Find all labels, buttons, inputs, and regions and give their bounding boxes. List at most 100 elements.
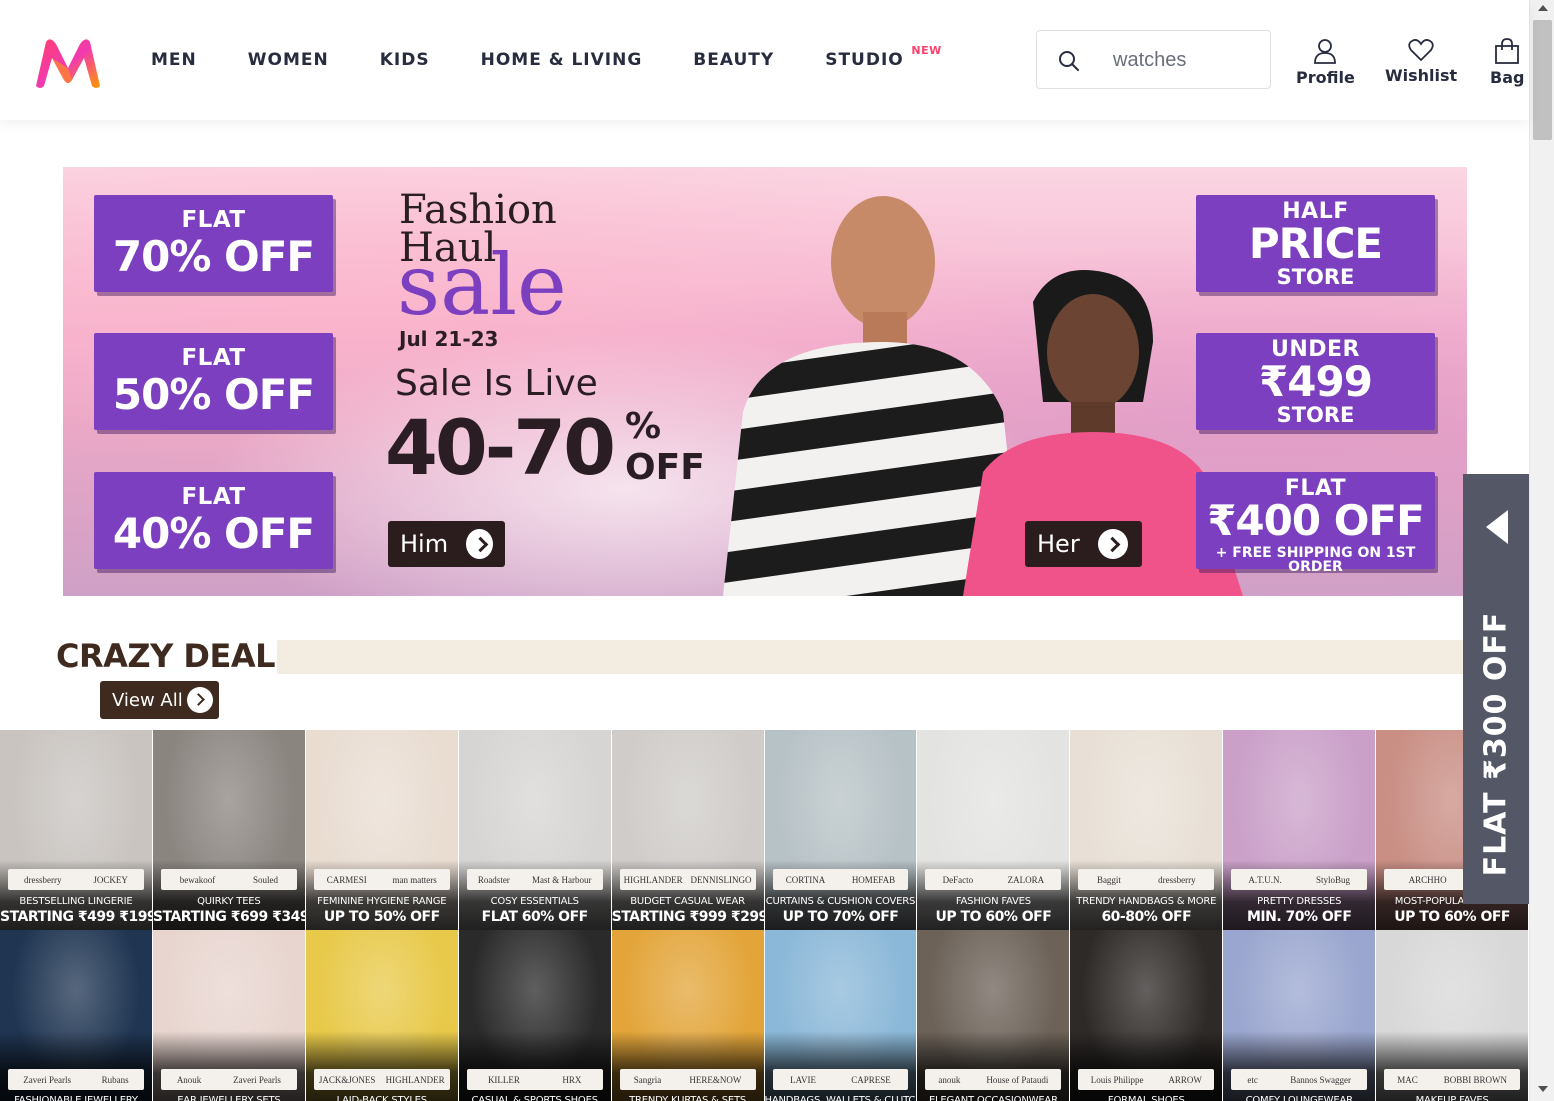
brand-logo: dressberry <box>1158 874 1196 885</box>
brand-logos-strip: HIGHLANDER DENNISLINGO <box>619 869 756 890</box>
brand-logo: Anouk <box>176 1074 202 1085</box>
chevron-right-icon <box>1097 529 1128 559</box>
profile-icon <box>1314 39 1337 64</box>
nav-men[interactable]: MEN <box>151 50 197 70</box>
brand-logo: anouk <box>938 1074 961 1085</box>
myntra-home-page: MEN WOMEN KIDS HOME & LIVING BEAUTY STUD… <box>0 0 1554 1101</box>
search-box[interactable] <box>1036 30 1271 89</box>
promo-under-499-store[interactable]: UNDER ₹499 STORE <box>1196 333 1435 430</box>
promo-small: FLAT <box>181 484 246 510</box>
her-label: Her <box>1037 530 1080 558</box>
shop-her-button[interactable]: Her <box>1025 521 1142 567</box>
search-input[interactable] <box>1113 45 1263 75</box>
deal-category: TRENDY KURTAS & SETS <box>629 1095 747 1101</box>
promo-big: ₹499 <box>1259 357 1373 406</box>
banner-discount: 40-70 <box>385 403 616 492</box>
nav-women[interactable]: WOMEN <box>248 50 329 70</box>
deal-tile[interactable]: A.T.U.N. StyloBug PRETTY DRESSES MIN. 70% O… <box>1223 730 1377 930</box>
promo-big: 70% OFF <box>112 232 315 281</box>
deal-tile[interactable]: Zaveri Pearls Rubans FASHIONABLE JEWELLERY <box>0 930 153 1101</box>
heart-icon <box>1408 39 1434 62</box>
deal-tile[interactable]: dressberry JOCKEY BESTSELLING LINGERIE STAR… <box>0 730 153 930</box>
brand-logo: A.T.U.N. <box>1248 874 1282 885</box>
brand-logo: Rubans <box>101 1074 129 1085</box>
promo-flat-40[interactable]: FLAT 40% OFF <box>94 472 333 569</box>
promo-half-price-store[interactable]: HALF PRICE STORE <box>1196 195 1435 292</box>
brand-logos-strip: CORTINA HOMEFAB <box>772 869 909 890</box>
deal-tile[interactable]: Baggit dressberry TRENDY HANDBAGS & MORE 60… <box>1070 730 1224 930</box>
bag-button[interactable]: Bag <box>1490 38 1524 87</box>
collapse-arrow-icon[interactable] <box>1486 510 1508 544</box>
deal-category: HANDBAGS, WALLETS & CLUTCHES <box>764 1095 917 1101</box>
brand-logos-strip: Roadster Mast & Harbour <box>466 869 603 890</box>
deal-tile-shade <box>1070 1031 1223 1101</box>
brand-logo: ARROW <box>1168 1074 1202 1085</box>
deal-tile[interactable]: LAVIE CAPRESE HANDBAGS, WALLETS & CLUTCHES <box>764 930 918 1101</box>
deal-category: ELEGANT OCCASIONWEAR <box>928 1095 1058 1101</box>
nav-home-living[interactable]: HOME & LIVING <box>481 50 643 70</box>
brand-logo: Sangria <box>633 1074 662 1085</box>
nav-beauty[interactable]: BEAUTY <box>693 50 774 70</box>
deal-offer: UP TO 50% OFF <box>323 909 440 925</box>
promo-flat-50[interactable]: FLAT 50% OFF <box>94 333 333 430</box>
deal-tile[interactable]: CORTINA HOMEFAB CURTAINS & CUSHION COVERS U… <box>764 730 918 930</box>
deal-tile[interactable]: anouk House of Pataudi ELEGANT OCCASIONWEA… <box>917 930 1071 1101</box>
brand-logos-strip: LAVIE CAPRESE <box>772 1069 909 1090</box>
nav-kids[interactable]: KIDS <box>380 50 430 70</box>
deal-tile[interactable]: JACK&JONES HIGHLANDER LAID-BACK STYLES <box>305 930 459 1101</box>
shop-him-button[interactable]: Him <box>388 521 505 567</box>
deal-tile-shade <box>764 1031 917 1101</box>
deal-tile[interactable]: Sangria HERE&NOW TRENDY KURTAS & SETS <box>611 930 765 1101</box>
brand-logo: HIGHLANDER <box>385 1074 445 1085</box>
deal-tile[interactable]: Roadster Mast & Harbour COSY ESSENTIALS FLA… <box>458 730 612 930</box>
promo-small: FLAT <box>181 345 246 371</box>
deal-category: TRENDY HANDBAGS & MORE <box>1076 896 1217 907</box>
brand-logo: KILLER <box>487 1074 520 1085</box>
him-label: Him <box>400 530 449 558</box>
promo-big: 40% OFF <box>112 509 315 558</box>
myntra-logo-icon[interactable] <box>30 36 106 90</box>
promo-flat-70[interactable]: FLAT 70% OFF <box>94 195 333 292</box>
nav-studio[interactable]: STUDIO NEW <box>825 44 941 70</box>
deal-tile-shade <box>1223 1031 1376 1101</box>
wishlist-button[interactable]: Wishlist <box>1385 38 1457 85</box>
banner-sale-word: sale <box>397 236 567 334</box>
deals-row-1: dressberry JOCKEY BESTSELLING LINGERIE STAR… <box>0 730 1530 930</box>
deal-tile[interactable]: bewakoof Souled QUIRKY TEES STARTING ₹699 ₹… <box>152 730 306 930</box>
brand-logo: HIGHLANDER <box>623 874 683 885</box>
scroll-thumb[interactable] <box>1533 20 1552 140</box>
deal-tile[interactable]: DeFacto ZALORA FASHION FAVES UP TO 60% OFF <box>917 730 1071 930</box>
flat-300-off-coupon-tab[interactable]: FLAT ₹300 OFF <box>1463 474 1529 904</box>
brand-logo: Zaveri Pearls <box>233 1074 281 1085</box>
chevron-right-icon <box>466 529 493 559</box>
brand-logo: DENNISLINGO <box>690 874 752 885</box>
brand-logo: CORTINA <box>785 874 826 885</box>
deal-category: COMFY LOUNGEWEAR <box>1245 1095 1353 1101</box>
deal-category: FORMAL SHOES <box>1107 1095 1185 1101</box>
brand-logo: JOCKEY <box>93 874 128 885</box>
deal-tile[interactable]: Louis Philippe ARROW FORMAL SHOES <box>1070 930 1224 1101</box>
banner-live-text: Sale Is Live <box>395 363 598 404</box>
deal-category: FASHION FAVES <box>955 896 1031 907</box>
scroll-down-icon[interactable] <box>1538 1086 1548 1092</box>
page-scrollbar[interactable] <box>1529 0 1554 1101</box>
fashion-haul-sale-banner[interactable]: FLAT 70% OFF FLAT 50% OFF FLAT 40% OFF F… <box>63 167 1467 596</box>
profile-button[interactable]: Profile <box>1296 38 1355 87</box>
deal-tile[interactable]: KILLER HRX CASUAL & SPORTS SHOES <box>458 930 612 1101</box>
brand-logos-strip: DeFacto ZALORA <box>925 869 1062 890</box>
scroll-up-icon[interactable] <box>1538 5 1548 11</box>
deal-tile[interactable]: HIGHLANDER DENNISLINGO BUDGET CASUAL WEAR S… <box>611 730 765 930</box>
deal-tile[interactable]: etc Bannos Swagger COMFY LOUNGEWEAR <box>1223 930 1377 1101</box>
deal-offer: FLAT 60% OFF <box>481 909 589 925</box>
deal-tile[interactable]: MAC BOBBI BROWN MAKEUP FAVES <box>1376 930 1530 1101</box>
promo-flat-400-off[interactable]: FLAT ₹400 OFF + FREE SHIPPING ON 1ST ORD… <box>1196 472 1435 574</box>
brand-logo: LAVIE <box>790 1074 816 1085</box>
top-header: MEN WOMEN KIDS HOME & LIVING BEAUTY STUD… <box>0 0 1529 120</box>
brand-logo: MAC <box>1397 1074 1418 1085</box>
view-all-button[interactable]: View All <box>100 681 219 719</box>
nav-studio-label: STUDIO <box>825 50 904 70</box>
deal-tile[interactable]: Anouk Zaveri Pearls EAR JEWELLERY SETS <box>152 930 306 1101</box>
chevron-right-icon <box>187 687 213 713</box>
deal-category: LAID-BACK STYLES <box>336 1095 428 1101</box>
deal-tile[interactable]: CARMESI man matters FEMININE HYGIENE RANGE… <box>305 730 459 930</box>
